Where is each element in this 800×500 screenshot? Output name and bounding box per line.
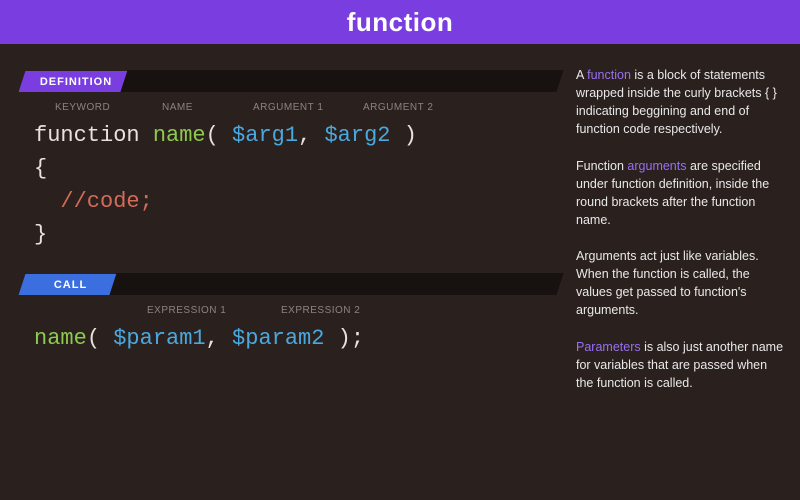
code-comma: , [298,123,311,148]
content-area: DEFINITION KEYWORD NAME ARGUMENT 1 ARGUM… [0,44,800,500]
label-name: NAME [162,102,253,113]
sidebar-p3: Arguments act just like variables. When … [576,247,784,320]
call-labels-row: EXPRESSION 1 EXPRESSION 2 [55,305,560,316]
code-comment: //code; [60,189,152,214]
call-tag: CALL [19,274,123,295]
call-param2: $param2 [232,326,324,351]
call-close: ); [338,326,364,351]
sidebar-p2: Function arguments are specified under f… [576,157,784,230]
label-expr2: EXPRESSION 2 [281,305,360,316]
definition-code: function name( $arg1, $arg2 ) { //code; … [22,119,560,251]
sidebar: A function is a block of statements wrap… [570,44,800,500]
definition-bar [121,70,564,92]
code-arg2: $arg2 [324,123,390,148]
call-bar [110,273,564,295]
hl-parameters: Parameters [576,340,641,354]
sidebar-p4: Parameters is also just another name for… [576,338,784,392]
code-brace-open: { [34,156,47,181]
definition-header-row: DEFINITION [22,70,560,92]
definition-labels-row: KEYWORD NAME ARGUMENT 1 ARGUMENT 2 [55,102,560,113]
label-arg1: ARGUMENT 1 [253,102,363,113]
code-open-paren: ( [206,123,219,148]
label-spacer [55,305,147,316]
call-header-row: CALL [22,273,560,295]
call-code: name( $param1, $param2 ); [22,322,560,355]
hl-arguments: arguments [627,159,686,173]
code-brace-close: } [34,222,47,247]
code-arg1: $arg1 [232,123,298,148]
sidebar-p1: A function is a block of statements wrap… [576,66,784,139]
label-expr1: EXPRESSION 1 [147,305,281,316]
page-header: function [0,0,800,44]
label-arg2: ARGUMENT 2 [363,102,433,113]
code-column: DEFINITION KEYWORD NAME ARGUMENT 1 ARGUM… [0,44,570,500]
code-close-paren: ) [404,123,417,148]
definition-tag: DEFINITION [19,71,134,92]
label-keyword: KEYWORD [55,102,162,113]
call-name: name [34,326,87,351]
code-name: name [153,123,206,148]
call-param1: $param1 [113,326,205,351]
code-keyword: function [34,123,140,148]
page-title: function [347,7,454,38]
call-comma: , [206,326,219,351]
hl-function: function [587,68,631,82]
call-open-paren: ( [87,326,100,351]
